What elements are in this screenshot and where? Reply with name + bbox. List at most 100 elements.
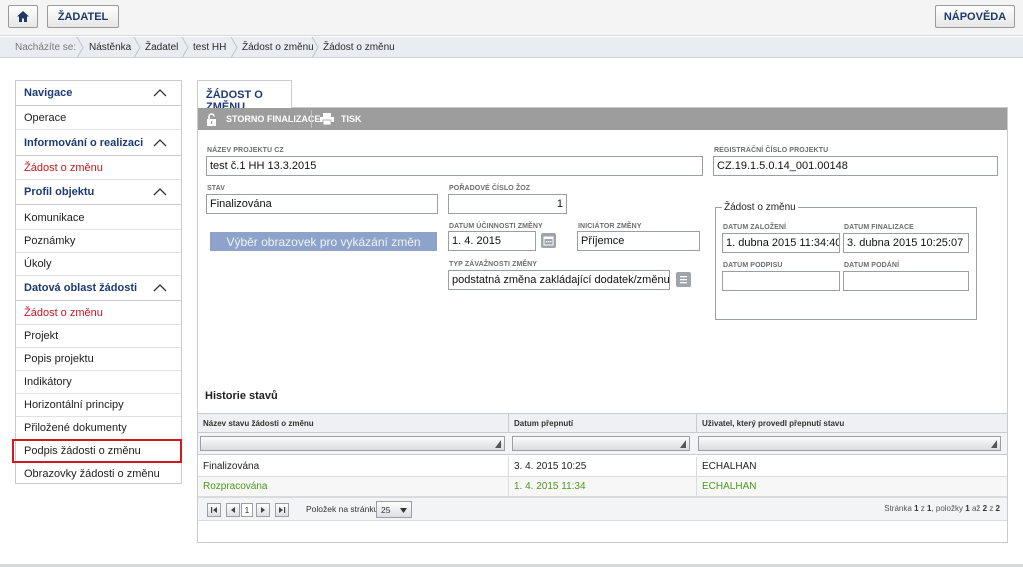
created-date-field[interactable]: 1. dubna 2015 11:34:40	[722, 233, 840, 253]
storno-finalizace-button[interactable]: STORNO FINALIZACE	[206, 108, 320, 130]
sidebar-item-projekt[interactable]: Projekt	[16, 325, 181, 348]
calendar-button[interactable]	[541, 233, 556, 248]
breadcrumb-item-current: Žádost o změnu	[323, 42, 395, 53]
pager-info-page: 1	[914, 504, 919, 513]
breadcrumb-separator	[230, 37, 238, 58]
sidebar-item-label: Poznámky	[24, 235, 76, 247]
order-field[interactable]: 1	[448, 194, 567, 214]
sidebar-item-popis-projektu[interactable]: Popis projektu	[16, 348, 181, 371]
effective-date-field[interactable]: 1. 4. 2015	[448, 231, 536, 251]
reg-number-field[interactable]: CZ.19.1.5.0.14_001.00148	[713, 156, 998, 176]
chevron-up-icon[interactable]	[153, 187, 167, 196]
chevron-up-icon[interactable]	[153, 283, 167, 292]
severity-field[interactable]: podstatná změna zakládající dodatek/změn…	[448, 270, 670, 290]
submitted-date-field[interactable]	[843, 271, 969, 291]
sidebar-item-indikatory[interactable]: Indikátory	[16, 371, 181, 394]
next-page-button[interactable]	[256, 503, 270, 517]
sidebar-item-label: Operace	[24, 112, 67, 124]
table-row[interactable]: Finalizována 3. 4. 2015 10:25 ECHALHAN	[198, 457, 1007, 477]
sidebar-section-title: Profil objektu	[24, 186, 95, 198]
project-name-field[interactable]: test č.1 HH 13.3.2015	[206, 156, 703, 176]
severity-list-button[interactable]	[676, 272, 691, 287]
breadcrumb-item[interactable]: test HH	[193, 37, 226, 58]
filter-state-input[interactable]	[200, 436, 505, 451]
pager: 1 Položek na stránku 25 Stránka 1 z 1, p…	[198, 497, 1007, 521]
home-button[interactable]	[8, 5, 38, 28]
filter-icon	[991, 440, 997, 448]
submitted-date-label: DATUM PODÁNÍ	[844, 262, 900, 269]
help-button[interactable]: NÁPOVĚDA	[935, 5, 1015, 28]
sidebar-item-label: Žádost o změnu	[24, 162, 103, 174]
selection-highlight	[12, 439, 182, 463]
filter-user-input[interactable]	[698, 436, 1001, 451]
column-header-state[interactable]: Název stavu žádosti o změnu	[198, 414, 509, 433]
current-page-input[interactable]: 1	[241, 503, 253, 517]
reg-number-label: REGISTRAČNÍ ČÍSLO PROJEKTU	[714, 147, 829, 154]
first-page-button[interactable]	[207, 503, 221, 517]
tab-zadost-o-zmenu[interactable]: ŽÁDOST O ZMĚNU	[197, 80, 292, 113]
sidebar-item-label: Horizontální principy	[24, 399, 124, 411]
cell-user: ECHALHAN	[702, 461, 757, 472]
sidebar-item-horizontalni-principy[interactable]: Horizontální principy	[16, 394, 181, 417]
chevron-up-icon[interactable]	[153, 88, 167, 97]
print-button[interactable]: TISK	[320, 108, 362, 130]
column-header-date[interactable]: Datum přepnutí	[509, 414, 697, 433]
breadcrumb-separator	[133, 37, 141, 58]
sidebar-item-poznamky[interactable]: Poznámky	[16, 230, 181, 253]
sidebar-section-title: Informování o realizaci	[24, 137, 144, 149]
sidebar-item-label: Komunikace	[24, 212, 85, 224]
print-icon	[320, 113, 334, 125]
sidebar-item-prilozene-dokumenty[interactable]: Přiložené dokumenty	[16, 417, 181, 440]
table-row[interactable]: Rozpracována 1. 4. 2015 11:34 ECHALHAN	[198, 477, 1007, 497]
filter-icon	[495, 440, 501, 448]
sidebar-section-profil-objektu[interactable]: Profil objektu	[16, 180, 181, 205]
select-screens-button[interactable]: Výběr obrazovek pro vykázání změn	[210, 232, 437, 251]
sidebar-item-ukoly[interactable]: Úkoly	[16, 253, 181, 276]
prev-page-button[interactable]	[226, 503, 240, 517]
print-label: TISK	[341, 114, 362, 124]
pager-info-items: , položky	[931, 504, 964, 513]
applicant-button[interactable]: ŽADATEL	[47, 5, 119, 28]
history-title: Historie stavů	[205, 390, 278, 402]
breadcrumb: Nacházíte se: Nástěnka Žadatel test HH Ž…	[0, 37, 1023, 58]
per-page-label: Položek na stránku	[306, 504, 379, 514]
column-header-user[interactable]: Uživatel, který provedl přepnutí stavu	[697, 414, 1007, 433]
signed-date-label: DATUM PODPISU	[723, 262, 783, 269]
sidebar-item-label: Přiložené dokumenty	[24, 422, 127, 434]
order-label: POŘADOVÉ ČÍSLO ŽOZ	[449, 185, 531, 192]
sidebar-item-zadost-o-zmenu-data[interactable]: Žádost o změnu	[16, 302, 181, 325]
first-page-icon	[211, 507, 217, 513]
breadcrumb-separator	[181, 37, 189, 58]
last-page-button[interactable]	[275, 503, 289, 517]
home-icon	[17, 11, 29, 22]
sidebar-item-obrazovky-zadosti[interactable]: Obrazovky žádosti o změnu	[16, 463, 181, 486]
signed-date-field[interactable]	[722, 271, 840, 291]
calendar-icon	[543, 236, 554, 246]
per-page-select[interactable]: 25	[376, 501, 412, 518]
storno-finalizace-label: STORNO FINALIZACE	[226, 114, 321, 124]
state-field[interactable]: Finalizována	[206, 194, 438, 214]
effective-date-label: DATUM ÚČINNOSTI ZMĚNY	[449, 223, 543, 230]
cell-date: 3. 4. 2015 10:25	[509, 457, 697, 477]
sidebar-item-label: Indikátory	[24, 376, 72, 388]
breadcrumb-separator	[76, 37, 84, 58]
initiator-field[interactable]: Příjemce	[577, 231, 700, 251]
finalized-date-field[interactable]: 3. dubna 2015 10:25:07	[843, 233, 969, 253]
chevron-up-icon[interactable]	[153, 138, 167, 147]
history-table-header: Název stavu žádosti o změnu Datum přepnu…	[198, 413, 1007, 433]
sidebar-section-title: Navigace	[24, 87, 73, 99]
cell-date: 1. 4. 2015 11:34	[509, 477, 697, 497]
breadcrumb-item[interactable]: Nástěnka	[89, 37, 131, 58]
breadcrumb-item[interactable]: Žádost o změnu	[242, 37, 314, 58]
sidebar-item-zadost-o-zmenu[interactable]: Žádost o změnu	[16, 157, 181, 180]
sidebar-item-operace[interactable]: Operace	[16, 107, 181, 130]
sidebar-section-datova-oblast[interactable]: Datová oblast žádosti	[16, 276, 181, 301]
sidebar-section-informovani[interactable]: Informování o realizaci	[16, 131, 181, 156]
state-label: STAV	[207, 185, 226, 192]
sidebar-item-komunikace[interactable]: Komunikace	[16, 207, 181, 230]
breadcrumb-prefix: Nacházíte se:	[15, 42, 77, 53]
filter-date-input[interactable]	[512, 436, 690, 451]
breadcrumb-item[interactable]: Žadatel	[145, 37, 178, 58]
sidebar-section-title: Datová oblast žádosti	[24, 282, 138, 294]
sidebar-section-navigace[interactable]: Navigace	[16, 81, 181, 106]
